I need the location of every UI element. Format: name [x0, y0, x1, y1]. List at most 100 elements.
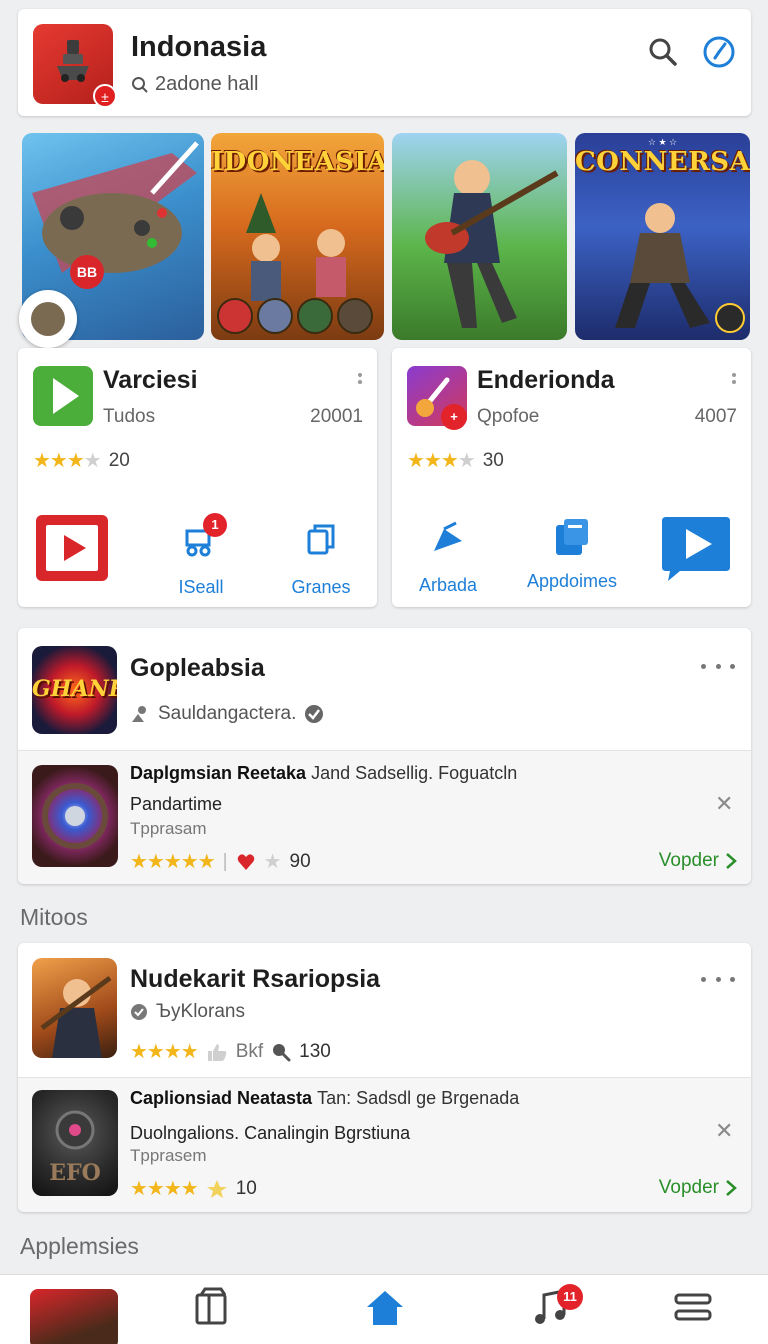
games-thumbnail — [30, 1289, 118, 1344]
clock-icon — [703, 36, 735, 68]
banner-guitar[interactable] — [392, 133, 567, 340]
promo-description: Pandartime — [130, 794, 223, 814]
half-star-icon — [206, 1179, 227, 1198]
book-icon — [195, 1287, 227, 1325]
featured-app-section: GHANR Gopleabsia Sauldangactera. Daplgms… — [18, 628, 751, 884]
app-card-varciesi[interactable]: Varciesi Tudos 20001 ★★★★ 20 1 ISeall Gr… — [18, 348, 377, 607]
promo-category: Tpprasam — [130, 819, 207, 838]
banner-indonesia[interactable]: IDONEASIA — [211, 133, 384, 340]
bottom-navigation: 11 — [0, 1274, 768, 1344]
section-label: Applemsies — [20, 1233, 139, 1259]
promo-title-light: Tan: Sadsdl ge Brgenada — [317, 1088, 520, 1108]
banner-connersah[interactable]: ☆ ★ ☆ CONNERSAH — [575, 133, 750, 340]
app-section-2: Nudekarit Rsariopsia ЪyKlorans ★★★★ Bkf … — [18, 943, 751, 1212]
app-actions: 1 ISeall Granes — [18, 513, 377, 597]
rating-count: 20 — [108, 449, 130, 471]
nav-item-more[interactable] — [648, 1287, 738, 1327]
nav-item-library[interactable] — [166, 1287, 256, 1327]
promo-title-light: Jand Sadsellig. Foguatcln — [311, 763, 518, 783]
add-badge: + — [441, 404, 467, 430]
app-logo-badge: ± — [93, 84, 117, 108]
play-video-icon — [36, 515, 108, 581]
promo-title-bold: Daplgmsian Reetaka — [130, 763, 307, 783]
character-avatar[interactable] — [297, 298, 333, 334]
history-button[interactable] — [701, 34, 737, 70]
divider: | — [222, 850, 228, 872]
action-label: ISeall — [178, 577, 224, 597]
floating-action-button[interactable] — [19, 290, 77, 348]
play-chat-icon — [662, 517, 730, 581]
appdoimes-button[interactable] — [392, 517, 428, 557]
thumbnail-text: GHANR — [32, 676, 117, 702]
search-icon — [649, 38, 677, 66]
section-subtitle-text: ЪyKlorans — [156, 1001, 245, 1022]
promo-title-bold: Caplionsiad Neatasta — [130, 1088, 313, 1108]
developer-icon — [132, 706, 146, 722]
iseall-button[interactable]: 1 ISeall — [178, 513, 227, 597]
search-button[interactable] — [645, 34, 681, 70]
promo-rating: ★★★★ 10 — [130, 1176, 257, 1201]
promo-row[interactable]: Daplgmsian Reetaka Jand Sadsellig. Fogua… — [18, 750, 751, 884]
view-button[interactable]: Vopder — [659, 1177, 737, 1199]
play-button[interactable] — [658, 515, 734, 583]
megaphone-icon — [434, 521, 462, 551]
app-logo-icon[interactable]: ± — [33, 24, 117, 108]
games-button[interactable]: Granes — [291, 523, 351, 597]
app-actions: Arbada Appdoimes — [392, 513, 751, 595]
star-rating: ★★★★ — [130, 1041, 199, 1063]
promo-description: Duolngalions. Canalingin Bgrstiuna — [130, 1123, 411, 1143]
video-button[interactable] — [34, 513, 110, 583]
character-avatar[interactable] — [257, 298, 293, 334]
close-icon[interactable]: ✕ — [715, 1118, 735, 1143]
more-options-button[interactable] — [701, 977, 735, 987]
thumbnail-text: EFO — [49, 1160, 101, 1186]
nav-item-home[interactable] — [340, 1287, 430, 1327]
guitarist-image — [425, 160, 559, 328]
app-header: ± Indonasia 2adone hall — [18, 9, 751, 116]
view-button[interactable]: Vopder — [659, 850, 737, 872]
app-number: 20001 — [310, 406, 363, 427]
arbada-button[interactable]: Arbada — [419, 521, 477, 595]
more-options-button[interactable] — [355, 370, 365, 394]
featured-app-header[interactable]: GHANR Gopleabsia Sauldangactera. — [18, 628, 751, 750]
header-subtitle-text: 2adone hall — [155, 73, 259, 95]
menu-icon — [674, 1293, 712, 1321]
appdoimes-button[interactable]: Appdoimes — [527, 517, 617, 591]
banner-badge: BB — [70, 255, 104, 289]
chevron-right-icon — [726, 853, 737, 869]
nav-item-music[interactable]: 11 — [505, 1284, 595, 1327]
search-icon — [132, 76, 148, 93]
home-icon — [367, 1291, 403, 1325]
rating-count: 130 — [299, 1040, 331, 1062]
promo-thumbnail: EFO — [32, 1090, 118, 1196]
app-category: Qpofoe — [477, 406, 540, 427]
view-button-label: Vopder — [658, 1177, 719, 1198]
section-title: Nudekarit Rsariopsia — [130, 965, 381, 993]
guitarist-image — [40, 975, 112, 1058]
star-rating: ★★★★★ — [130, 851, 216, 873]
banner-title: IDONEASIA — [211, 147, 384, 177]
character-avatar[interactable] — [337, 298, 373, 334]
more-options-button[interactable] — [729, 370, 739, 394]
character-avatar[interactable] — [217, 298, 253, 334]
nav-item-games[interactable] — [30, 1289, 120, 1344]
app-header-row[interactable]: Nudekarit Rsariopsia ЪyKlorans ★★★★ Bkf … — [18, 943, 751, 1077]
promo-thumbnail — [32, 765, 118, 867]
promo-title: Caplionsiad Neatasta Tan: Sadsdl ge Brge… — [130, 1088, 519, 1109]
heart-icon — [237, 853, 254, 870]
promo-category: Tpprasem — [130, 1146, 207, 1165]
play-triangle-icon — [53, 378, 79, 414]
view-button-label: Vopder — [658, 850, 719, 871]
section-subtitle-text: Sauldangactera. — [158, 703, 297, 724]
star-rating: ★★★★ — [407, 450, 476, 472]
verified-icon — [305, 705, 324, 723]
close-icon[interactable]: ✕ — [715, 791, 735, 816]
promo-row[interactable]: EFO Caplionsiad Neatasta Tan: Sadsdl ge … — [18, 1077, 751, 1212]
app-rating: ★★★★ Bkf 130 — [130, 1039, 331, 1064]
developer-icon — [131, 1004, 147, 1020]
app-icon-enderionda: + — [407, 366, 467, 430]
app-name: Varciesi — [103, 366, 198, 394]
more-options-button[interactable] — [701, 664, 735, 674]
app-card-enderionda[interactable]: + Enderionda Qpofoe 4007 ★★★★ 30 Arbada … — [392, 348, 751, 607]
app-rating: ★★★★ 30 — [407, 448, 504, 473]
